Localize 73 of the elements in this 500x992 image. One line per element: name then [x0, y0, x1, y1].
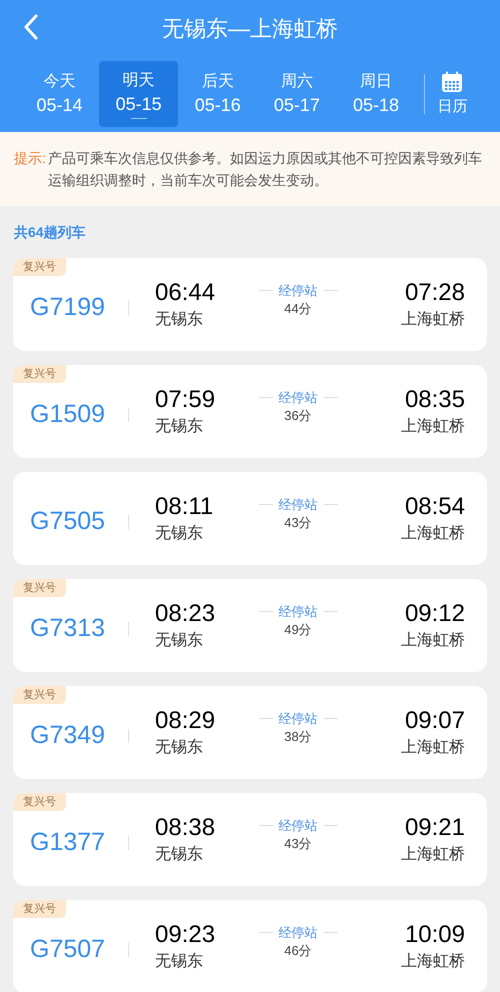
train-count: 共64趟列车 — [14, 222, 86, 242]
train-card[interactable]: 复兴号 G1509 07:59 无锡东 经停站 36分 08:35 上海虹桥 — [13, 365, 487, 458]
stops-link[interactable]: 经停站 — [278, 710, 318, 728]
arrival-time: 07:28 — [404, 278, 465, 308]
train-card[interactable]: 复兴号 G7313 08:23 无锡东 经停站 49分 09:12 上海虹桥 — [13, 579, 487, 672]
train-type-tag: 复兴号 — [13, 258, 66, 276]
train-number: G7349 — [30, 720, 106, 751]
route-title: 无锡东—上海虹桥 — [162, 14, 338, 42]
arrival-station: 上海虹桥 — [401, 952, 465, 972]
stops-link[interactable]: 经停站 — [278, 924, 318, 942]
departure-time: 08:38 — [155, 812, 216, 842]
stops-link[interactable]: 经停站 — [278, 388, 318, 406]
calendar-button[interactable]: 日历 — [424, 70, 480, 118]
train-card[interactable]: G7505 08:11 无锡东 经停站 43分 08:54 上海虹桥 — [13, 472, 487, 565]
duration: 49分 — [284, 620, 312, 638]
arrival-time: 10:09 — [404, 920, 465, 950]
train-number: G7313 — [30, 612, 106, 644]
train-type-tag: 复兴号 — [13, 579, 66, 597]
train-number: G1509 — [30, 398, 106, 430]
arrival-station: 上海虹桥 — [401, 844, 465, 864]
train-number: G1377 — [30, 826, 106, 858]
duration: 38分 — [284, 728, 312, 746]
departure-time: 08:23 — [155, 598, 216, 628]
train-card[interactable]: 复兴号 G7349 08:29 无锡东 经停站 38分 09:07 上海虹桥 — [13, 686, 487, 779]
arrival-station: 上海虹桥 — [401, 630, 465, 650]
departure-time: 08:29 — [155, 706, 216, 736]
calendar-icon — [440, 70, 464, 94]
duration: 43分 — [284, 834, 312, 852]
train-card[interactable]: 复兴号 G7199 06:44 无锡东 经停站 44分 07:28 上海虹桥 — [13, 258, 487, 351]
duration: 46分 — [284, 942, 312, 960]
arrival-time: 09:07 — [404, 706, 465, 736]
stops-link[interactable]: 经停站 — [278, 816, 318, 834]
date-tab[interactable]: 后天 05-16 — [178, 61, 258, 127]
arrival-station: 上海虹桥 — [401, 310, 465, 330]
departure-time: 07:59 — [155, 384, 216, 414]
departure-time: 08:11 — [155, 492, 214, 522]
train-type-tag: 复兴号 — [13, 793, 66, 811]
duration: 43分 — [284, 514, 312, 532]
date-tab[interactable]: 明天 05-15 — [99, 61, 178, 127]
departure-station: 无锡东 — [155, 524, 204, 544]
arrival-time: 09:12 — [404, 598, 465, 628]
duration: 36分 — [284, 406, 312, 424]
arrival-station: 上海虹桥 — [401, 738, 465, 758]
departure-station: 无锡东 — [155, 738, 204, 758]
train-number: G7505 — [30, 506, 106, 537]
notice-text: 产品可乘车次信息仅供参考。如因运力原因或其他不可控因素导致列车运输组织调整时，当前车次可能会发生变动。 — [48, 149, 483, 190]
departure-station: 无锡东 — [155, 310, 204, 330]
train-number: G7199 — [30, 292, 106, 323]
arrival-station: 上海虹桥 — [401, 416, 465, 436]
train-number: G7507 — [30, 934, 106, 965]
arrival-station: 上海虹桥 — [401, 524, 465, 544]
arrival-time: 08:35 — [404, 384, 465, 414]
stops-link[interactable]: 经停站 — [278, 496, 318, 514]
train-card[interactable]: 复兴号 G1377 08:38 无锡东 经停站 43分 09:21 上海虹桥 — [13, 793, 487, 886]
arrival-time: 09:21 — [404, 812, 465, 842]
stops-link[interactable]: 经停站 — [278, 602, 318, 620]
date-tab[interactable]: 今天 05-14 — [20, 61, 100, 127]
train-type-tag: 复兴号 — [13, 900, 66, 918]
notice-label: 提示: — [14, 149, 46, 168]
train-card[interactable]: 复兴号 G7507 09:23 无锡东 经停站 46分 10:09 上海虹桥 — [13, 900, 487, 992]
departure-station: 无锡东 — [155, 844, 204, 864]
date-tab[interactable]: 周日 05-18 — [336, 61, 416, 127]
train-type-tag: 复兴号 — [13, 686, 66, 704]
stops-link[interactable]: 经停站 — [278, 282, 318, 300]
departure-station: 无锡东 — [155, 952, 204, 972]
date-tab[interactable]: 周六 05-17 — [257, 61, 336, 127]
duration: 44分 — [284, 300, 312, 318]
arrival-time: 08:54 — [404, 492, 465, 522]
departure-time: 09:23 — [155, 920, 216, 950]
departure-station: 无锡东 — [155, 416, 204, 436]
departure-time: 06:44 — [155, 278, 216, 308]
departure-station: 无锡东 — [155, 630, 204, 650]
train-type-tag: 复兴号 — [13, 365, 66, 383]
